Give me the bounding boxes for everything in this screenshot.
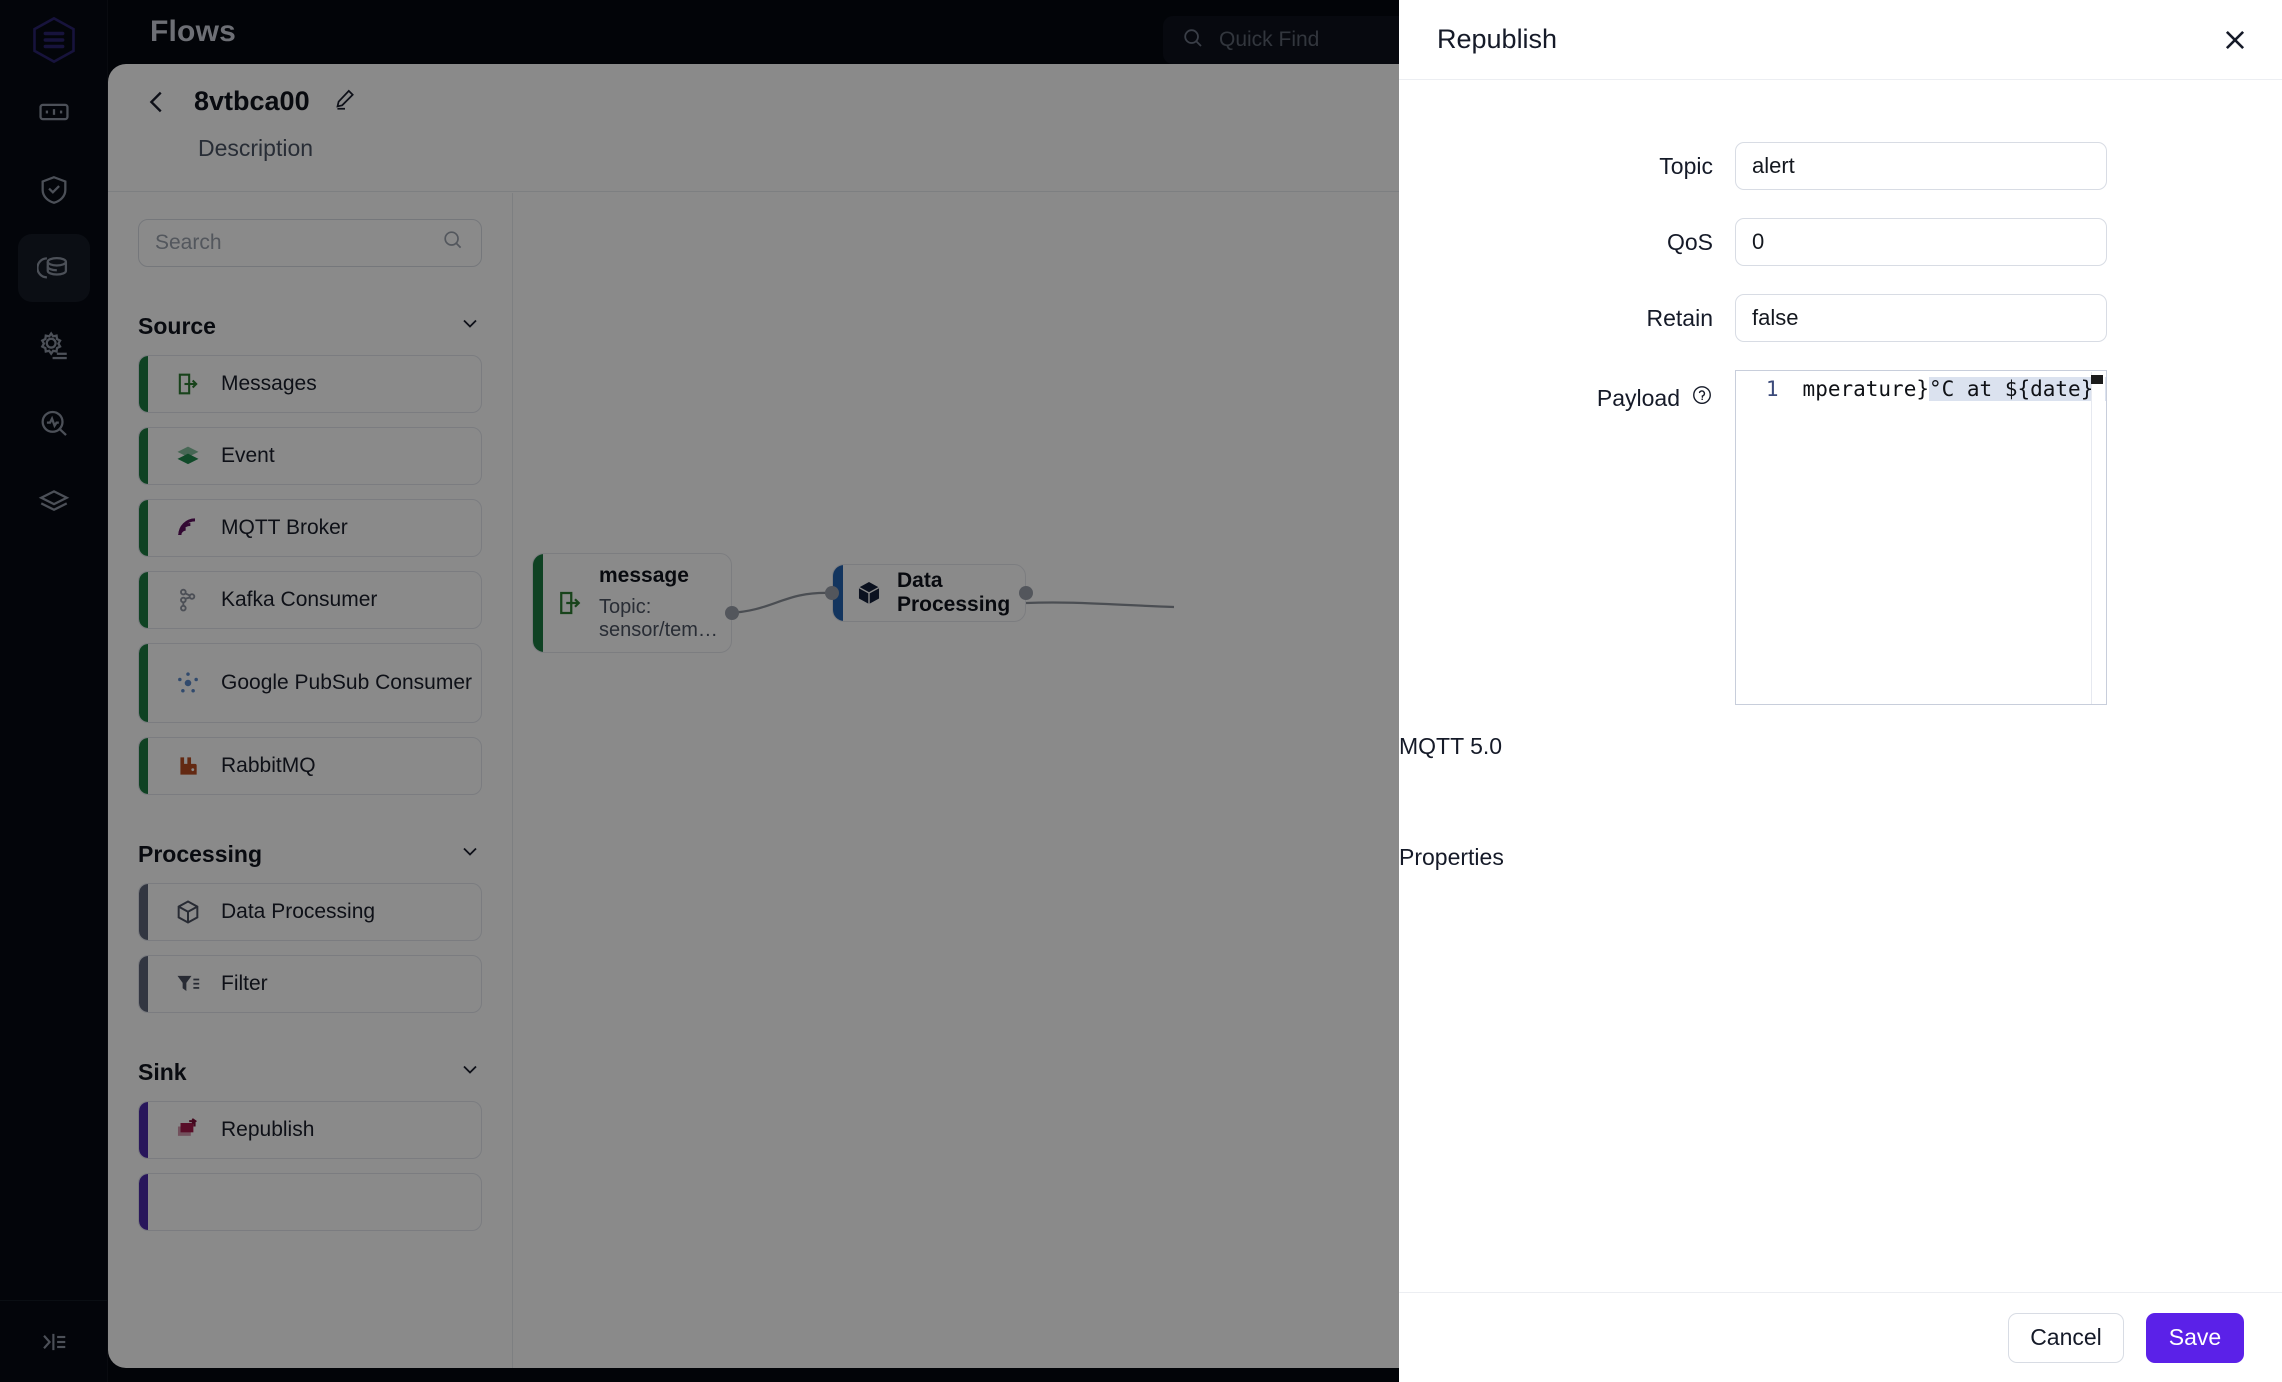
modal-title: Republish <box>1437 24 1558 54</box>
mqtt5-line-1: MQTT 5.0 <box>1399 733 1503 759</box>
mqtt5-properties-block: MQTT 5.0 Message Properties <box>1399 733 2282 871</box>
form-row-payload: Payload 1 mperature}°C at ${date}. <box>1399 370 2282 705</box>
qos-input[interactable]: 0 <box>1735 218 2107 266</box>
qos-label: QoS <box>1666 228 1713 255</box>
modal-header: Republish <box>1399 0 2282 80</box>
retain-input[interactable]: false <box>1735 294 2107 342</box>
mqtt5-line-3: Properties <box>1399 844 1504 870</box>
topic-input[interactable]: alert <box>1735 142 2107 190</box>
retain-label: Retain <box>1646 304 1713 331</box>
form-row-retain: Retain false <box>1399 294 2282 342</box>
payload-label: Payload <box>1596 384 1680 411</box>
editor-scrollbar-thumb[interactable] <box>2091 375 2103 384</box>
payload-label-wrap: Payload <box>1399 370 1735 412</box>
editor-vertical-scrollbar[interactable] <box>2091 372 2105 704</box>
payload-code-line: 1 mperature}°C at ${date}. <box>1736 371 2106 401</box>
help-circle-icon[interactable] <box>1691 384 1713 412</box>
modal-scrim[interactable] <box>0 0 1399 1382</box>
close-icon[interactable] <box>2220 25 2250 55</box>
topic-label: Topic <box>1659 152 1713 179</box>
mqtt5-line-2-row: Message <box>1399 786 2282 818</box>
code-selection: °C at ${date}. <box>1928 377 2106 401</box>
form-row-topic: Topic alert <box>1399 142 2282 190</box>
form-row-qos: QoS 0 <box>1399 218 2282 266</box>
payload-code-editor[interactable]: 1 mperature}°C at ${date}. <box>1735 370 2107 705</box>
code-prefix: mperature} <box>1802 377 1929 401</box>
modal-body: Topic alert QoS 0 Retain false Payload 1… <box>1399 80 2282 1292</box>
cancel-button[interactable]: Cancel <box>2008 1312 2124 1363</box>
modal-footer: Cancel Save <box>1399 1292 2282 1382</box>
republish-modal: Republish Topic alert QoS 0 Retain false <box>1399 0 2282 1382</box>
editor-code-text: mperature}°C at ${date}. <box>1803 377 2106 401</box>
save-button[interactable]: Save <box>2146 1312 2244 1363</box>
editor-line-number: 1 <box>1765 377 1779 401</box>
